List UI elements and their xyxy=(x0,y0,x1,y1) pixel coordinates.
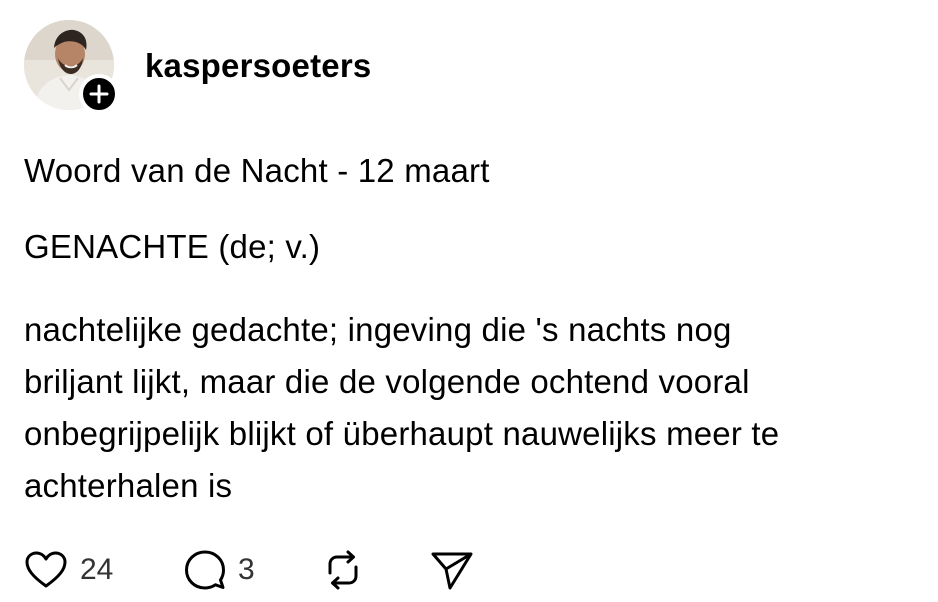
like-count: 24 xyxy=(80,553,114,586)
avatar-container[interactable] xyxy=(24,20,119,114)
post-headword: GENACHTE (de; v.) xyxy=(24,228,321,265)
heart-icon xyxy=(25,551,67,588)
post-definition: nachtelijke gedachte; ingeving die 's na… xyxy=(24,304,924,512)
thread-post: kaspersoeters Woord van de Nacht - 12 ma… xyxy=(0,0,938,602)
reply-count: 3 xyxy=(238,553,255,586)
plus-icon xyxy=(89,84,109,104)
post-actions: 24 3 xyxy=(24,548,904,592)
definition-line: achterhalen is xyxy=(24,467,233,504)
repost-icon xyxy=(328,550,358,590)
send-icon xyxy=(431,552,473,590)
definition-line: briljant lijkt, maar die de volgende och… xyxy=(24,363,750,400)
post-header: kaspersoeters xyxy=(24,20,904,114)
comment-icon xyxy=(185,550,225,590)
definition-line: nachtelijke gedachte; ingeving die 's na… xyxy=(24,311,732,348)
follow-button[interactable] xyxy=(79,74,119,114)
post-title: Woord van de Nacht - 12 maart xyxy=(24,152,490,189)
repost-button[interactable] xyxy=(322,548,364,592)
username[interactable]: kaspersoeters xyxy=(145,48,371,84)
like-button[interactable]: 24 xyxy=(24,548,113,592)
share-button[interactable] xyxy=(430,548,474,592)
definition-line: onbegrijpelijk blijkt of überhaupt nauwe… xyxy=(24,415,780,452)
reply-button[interactable]: 3 xyxy=(184,548,255,592)
